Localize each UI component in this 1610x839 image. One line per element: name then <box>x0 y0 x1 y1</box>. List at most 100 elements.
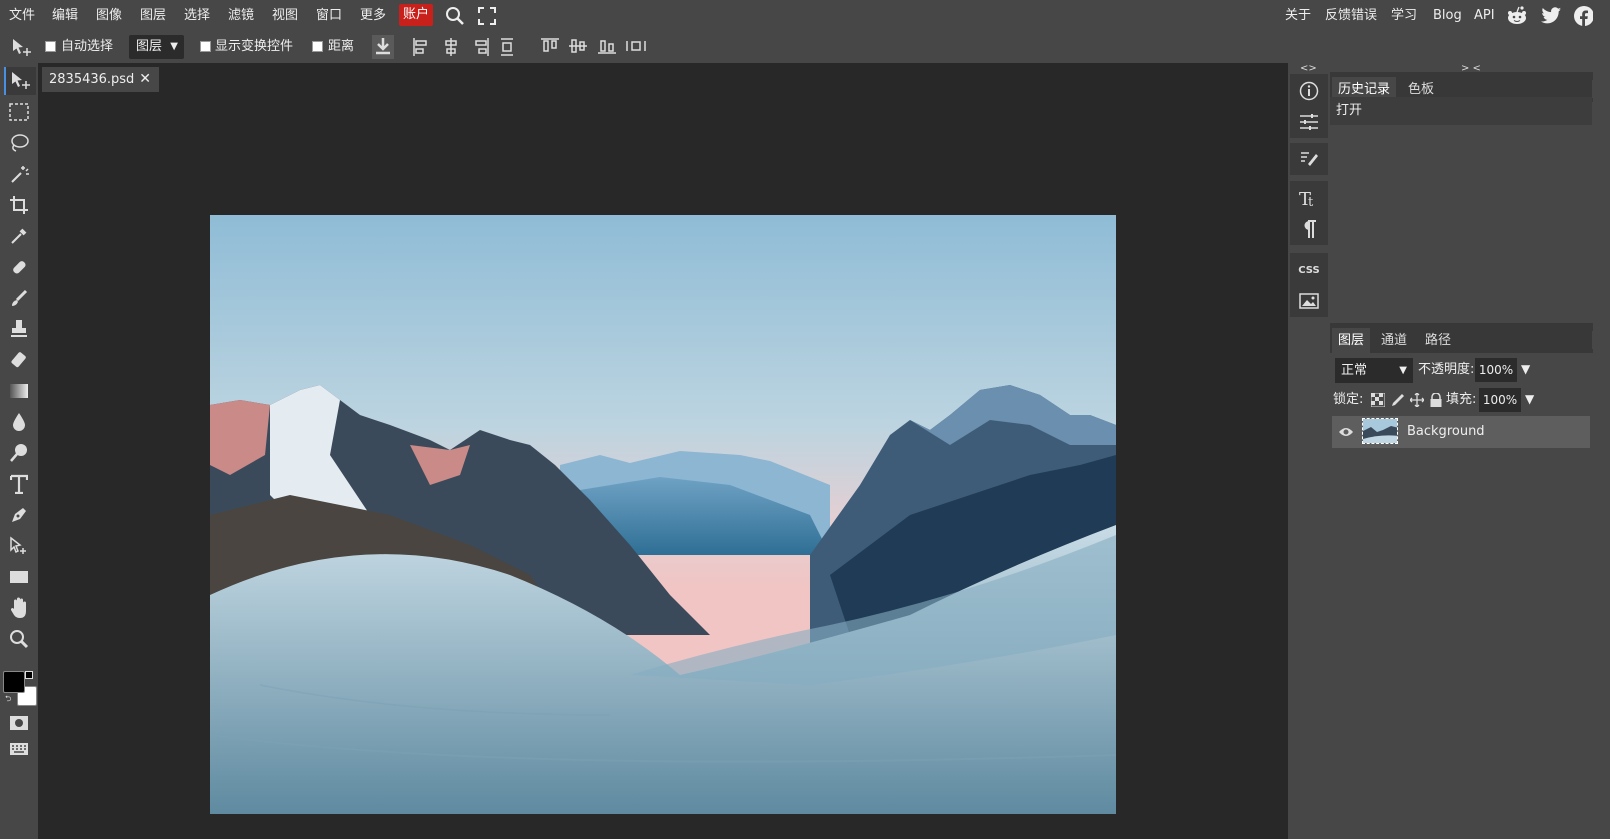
align-vcenter-icon[interactable] <box>568 37 588 55</box>
gradient-tool[interactable] <box>4 377 34 405</box>
default-colors-icon[interactable] <box>25 671 33 679</box>
gradient-icon <box>9 383 29 399</box>
opacity-input[interactable]: 100% <box>1475 358 1517 382</box>
lock-paint-icon[interactable] <box>1391 393 1407 409</box>
paragraph-icon[interactable] <box>1290 214 1328 244</box>
brush-icon <box>9 288 29 308</box>
download-icon[interactable] <box>372 35 394 59</box>
auto-select-checkbox[interactable] <box>45 41 56 52</box>
align-right-icon[interactable] <box>472 37 490 57</box>
magic-wand-tool[interactable] <box>4 160 34 188</box>
zoom-icon <box>9 629 29 649</box>
distance-checkbox[interactable] <box>312 41 323 52</box>
eraser-icon <box>9 350 29 370</box>
brush-tool[interactable] <box>4 284 34 312</box>
chevron-down-icon: ▼ <box>1399 365 1407 376</box>
crop-tool[interactable] <box>4 191 34 219</box>
align-bottom-icon[interactable] <box>597 37 617 55</box>
layer-row[interactable]: Background <box>1332 416 1590 448</box>
opacity-dropdown-icon[interactable]: ▼ <box>1521 362 1530 376</box>
move-tool[interactable] <box>4 67 36 95</box>
pen-tool[interactable] <box>4 501 34 529</box>
type-tool[interactable] <box>4 470 34 498</box>
right-panels: > < 历史记录 色板 ≡ 打开 图层 通道 路径 ≡ 正常 ▼ 不透明度: 1… <box>1330 63 1610 839</box>
svg-text:t: t <box>1308 195 1314 209</box>
layer-select-dropdown[interactable]: 图层 ▼ <box>129 35 184 59</box>
keyboard-tool[interactable] <box>4 735 34 763</box>
blog-link[interactable]: Blog <box>1433 6 1462 26</box>
eye-icon[interactable] <box>1338 425 1354 439</box>
align-left-icon[interactable] <box>412 37 430 57</box>
menu-more[interactable]: 更多 <box>360 6 386 26</box>
bandage-icon <box>9 257 29 277</box>
marquee-tool[interactable] <box>4 98 34 126</box>
menu-window[interactable]: 窗口 <box>316 6 342 26</box>
adjustments-icon[interactable] <box>1290 107 1328 137</box>
history-entry[interactable]: 打开 <box>1330 97 1592 125</box>
eraser-tool[interactable] <box>4 346 34 374</box>
account-button[interactable]: 账户 <box>399 4 434 26</box>
path-select-tool[interactable] <box>4 532 34 560</box>
lasso-icon <box>9 133 29 153</box>
lock-transparency-icon[interactable] <box>1371 393 1387 409</box>
show-transform-checkbox[interactable] <box>200 41 211 52</box>
align-hcenter-icon[interactable] <box>442 37 460 57</box>
zoom-tool[interactable] <box>4 625 34 653</box>
reddit-icon[interactable] <box>1506 6 1528 26</box>
tab-layers[interactable]: 图层 <box>1332 328 1371 353</box>
lock-position-icon[interactable] <box>1410 393 1426 409</box>
hand-icon <box>9 597 29 619</box>
blend-mode-select[interactable]: 正常 ▼ <box>1335 358 1413 383</box>
fullscreen-icon[interactable] <box>478 7 496 25</box>
fill-input[interactable]: 100% <box>1479 388 1521 412</box>
distribute-horizontal-icon[interactable] <box>625 37 647 55</box>
menu-image[interactable]: 图像 <box>96 6 122 26</box>
document-canvas[interactable] <box>210 215 1116 814</box>
css-panel-group: CSS <box>1290 253 1328 317</box>
align-top-icon[interactable] <box>540 37 560 55</box>
foreground-color-swatch[interactable] <box>3 671 25 693</box>
dodge-tool[interactable] <box>4 439 34 467</box>
distribute-vertical-icon[interactable] <box>500 37 514 57</box>
panel-icon-column: <> Tt CSS <box>1288 63 1330 839</box>
brush-settings-icon[interactable] <box>1290 144 1328 174</box>
feedback-link[interactable]: 反馈错误 <box>1325 6 1377 26</box>
lock-all-icon[interactable] <box>1429 393 1445 409</box>
menu-edit[interactable]: 编辑 <box>52 6 78 26</box>
fill-dropdown-icon[interactable]: ▼ <box>1525 392 1534 406</box>
collapse-panels-button[interactable]: <> <box>1300 63 1317 74</box>
eyedropper-tool[interactable] <box>4 222 34 250</box>
menu-view[interactable]: 视图 <box>272 6 298 26</box>
character-icon[interactable]: Tt <box>1290 183 1328 213</box>
close-icon[interactable]: ✕ <box>139 67 151 92</box>
css-button[interactable]: CSS <box>1290 255 1328 285</box>
quick-mask-tool[interactable] <box>4 709 34 737</box>
info-icon[interactable] <box>1290 76 1328 106</box>
hand-tool[interactable] <box>4 594 34 622</box>
search-icon[interactable] <box>445 6 465 26</box>
image-icon[interactable] <box>1290 286 1328 316</box>
stamp-tool[interactable] <box>4 315 34 343</box>
marquee-icon <box>9 103 29 121</box>
right-edge-strip <box>1593 0 1610 839</box>
menu-filter[interactable]: 滤镜 <box>228 6 254 26</box>
lasso-tool[interactable] <box>4 129 34 157</box>
menu-select[interactable]: 选择 <box>184 6 210 26</box>
menu-layer[interactable]: 图层 <box>140 6 166 26</box>
about-link[interactable]: 关于 <box>1285 6 1311 26</box>
tab-paths[interactable]: 路径 <box>1419 328 1457 353</box>
color-swatches[interactable]: ⮌ <box>3 671 37 707</box>
shape-tool[interactable] <box>4 563 34 591</box>
tab-channels[interactable]: 通道 <box>1375 328 1413 353</box>
blend-mode-value: 正常 <box>1341 363 1368 378</box>
api-link[interactable]: API <box>1474 6 1495 26</box>
layer-name[interactable]: Background <box>1407 416 1485 448</box>
blur-tool[interactable] <box>4 408 34 436</box>
twitter-icon[interactable] <box>1541 7 1562 25</box>
learn-link[interactable]: 学习 <box>1391 6 1417 26</box>
swap-colors-icon[interactable]: ⮌ <box>5 693 11 707</box>
facebook-icon[interactable] <box>1574 6 1594 26</box>
healing-tool[interactable] <box>4 253 34 281</box>
document-tab[interactable]: 2835436.psd ✕ <box>42 67 159 92</box>
menu-file[interactable]: 文件 <box>9 6 35 26</box>
